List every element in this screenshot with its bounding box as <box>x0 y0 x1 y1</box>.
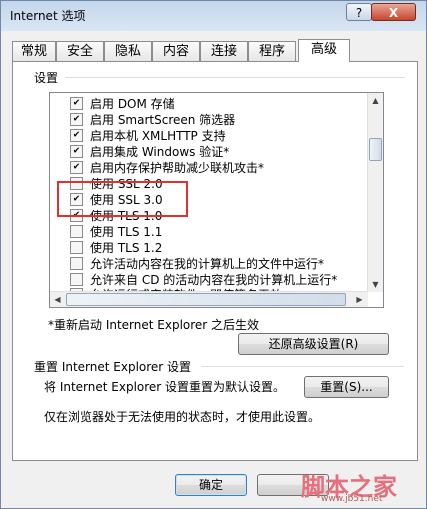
tab-programs[interactable]: 程序 <box>248 41 296 61</box>
reset-divider <box>201 366 404 367</box>
ok-button[interactable]: 确定 <box>175 474 247 496</box>
tab-connections[interactable]: 连接 <box>200 41 248 61</box>
close-button[interactable]: X <box>371 3 416 21</box>
tab-security[interactable]: 安全 <box>56 41 104 61</box>
settings-label: 设置 <box>34 71 59 85</box>
setting-item[interactable]: 使用 TLS 1.1 <box>70 223 162 239</box>
setting-label: 允许来自 CD 的活动内容在我的计算机上运行* <box>90 273 338 287</box>
setting-checkbox[interactable] <box>70 225 83 238</box>
setting-item[interactable]: ✔ 启用 SmartScreen 筛选器 <box>70 111 235 127</box>
restart-note: *重新启动 Internet Explorer 之后生效 <box>48 318 260 332</box>
setting-checkbox[interactable]: ✔ <box>70 97 83 110</box>
setting-item[interactable]: ✔ 启用本机 XMLHTTP 支持 <box>70 127 226 143</box>
highlight-box <box>57 181 188 217</box>
vertical-scroll-thumb[interactable] <box>369 138 382 161</box>
internet-options-window: Internet 选项 ? X 常规 安全 隐私 内容 连接 程序 高级 设置 … <box>0 0 427 509</box>
scroll-left-icon[interactable]: ◀ <box>50 292 65 307</box>
scroll-down-icon[interactable]: ▼ <box>368 277 383 292</box>
setting-label: 启用本机 XMLHTTP 支持 <box>90 129 226 143</box>
setting-checkbox[interactable] <box>70 257 83 270</box>
setting-label: 使用 TLS 1.1 <box>90 225 163 239</box>
setting-checkbox[interactable] <box>70 241 83 254</box>
tab-advanced[interactable]: 高级 <box>298 39 350 62</box>
setting-label: 启用 DOM 存储 <box>90 97 175 111</box>
horizontal-scrollbar[interactable]: ◀ ▶ <box>50 291 368 307</box>
help-button[interactable]: ? <box>346 3 372 21</box>
reset-note: 仅在浏览器处于无法使用的状态时，才使用此设置。 <box>44 410 321 424</box>
tab-privacy[interactable]: 隐私 <box>104 41 152 61</box>
vertical-scrollbar[interactable]: ▲ ▼ <box>367 93 383 292</box>
watermark-url: www.jb51.net <box>321 494 383 504</box>
setting-label: 启用内存保护帮助减少联机攻击* <box>90 161 265 175</box>
reset-section-title: 重置 Internet Explorer 设置 <box>34 360 192 374</box>
window-title: Internet 选项 <box>10 9 86 23</box>
setting-item[interactable]: 使用 TLS 1.2 <box>70 239 162 255</box>
scroll-up-icon[interactable]: ▲ <box>368 93 383 108</box>
setting-checkbox[interactable]: ✔ <box>70 113 83 126</box>
setting-label: 启用集成 Windows 验证* <box>90 145 230 159</box>
setting-item[interactable]: 允许活动内容在我的计算机上的文件中运行* <box>70 255 324 271</box>
setting-label: 使用 TLS 1.2 <box>90 241 163 255</box>
horizontal-scroll-thumb[interactable] <box>66 293 346 306</box>
setting-label: 启用 SmartScreen 筛选器 <box>90 113 236 127</box>
reset-button[interactable]: 重置(S)... <box>304 376 389 398</box>
setting-checkbox[interactable]: ✔ <box>70 129 83 142</box>
title-bar: Internet 选项 ? X <box>1 1 426 29</box>
setting-item[interactable]: ✔ 启用内存保护帮助减少联机攻击* <box>70 159 264 175</box>
setting-checkbox[interactable] <box>70 273 83 286</box>
setting-item[interactable]: 允许来自 CD 的活动内容在我的计算机上运行* <box>70 271 337 287</box>
setting-checkbox[interactable]: ✔ <box>70 145 83 158</box>
setting-label: 允许活动内容在我的计算机上的文件中运行* <box>90 257 325 271</box>
setting-checkbox[interactable]: ✔ <box>70 161 83 174</box>
restore-advanced-button[interactable]: 还原高级设置(R) <box>238 333 389 355</box>
settings-divider <box>65 77 405 78</box>
scroll-right-icon[interactable]: ▶ <box>352 292 367 307</box>
tab-content[interactable]: 内容 <box>152 41 200 61</box>
setting-item[interactable]: ✔ 启用 DOM 存储 <box>70 95 175 111</box>
tab-general[interactable]: 常规 <box>12 41 56 61</box>
setting-item[interactable]: ✔ 启用集成 Windows 验证* <box>70 143 229 159</box>
reset-description: 将 Internet Explorer 设置重置为默认设置。 <box>44 380 286 394</box>
